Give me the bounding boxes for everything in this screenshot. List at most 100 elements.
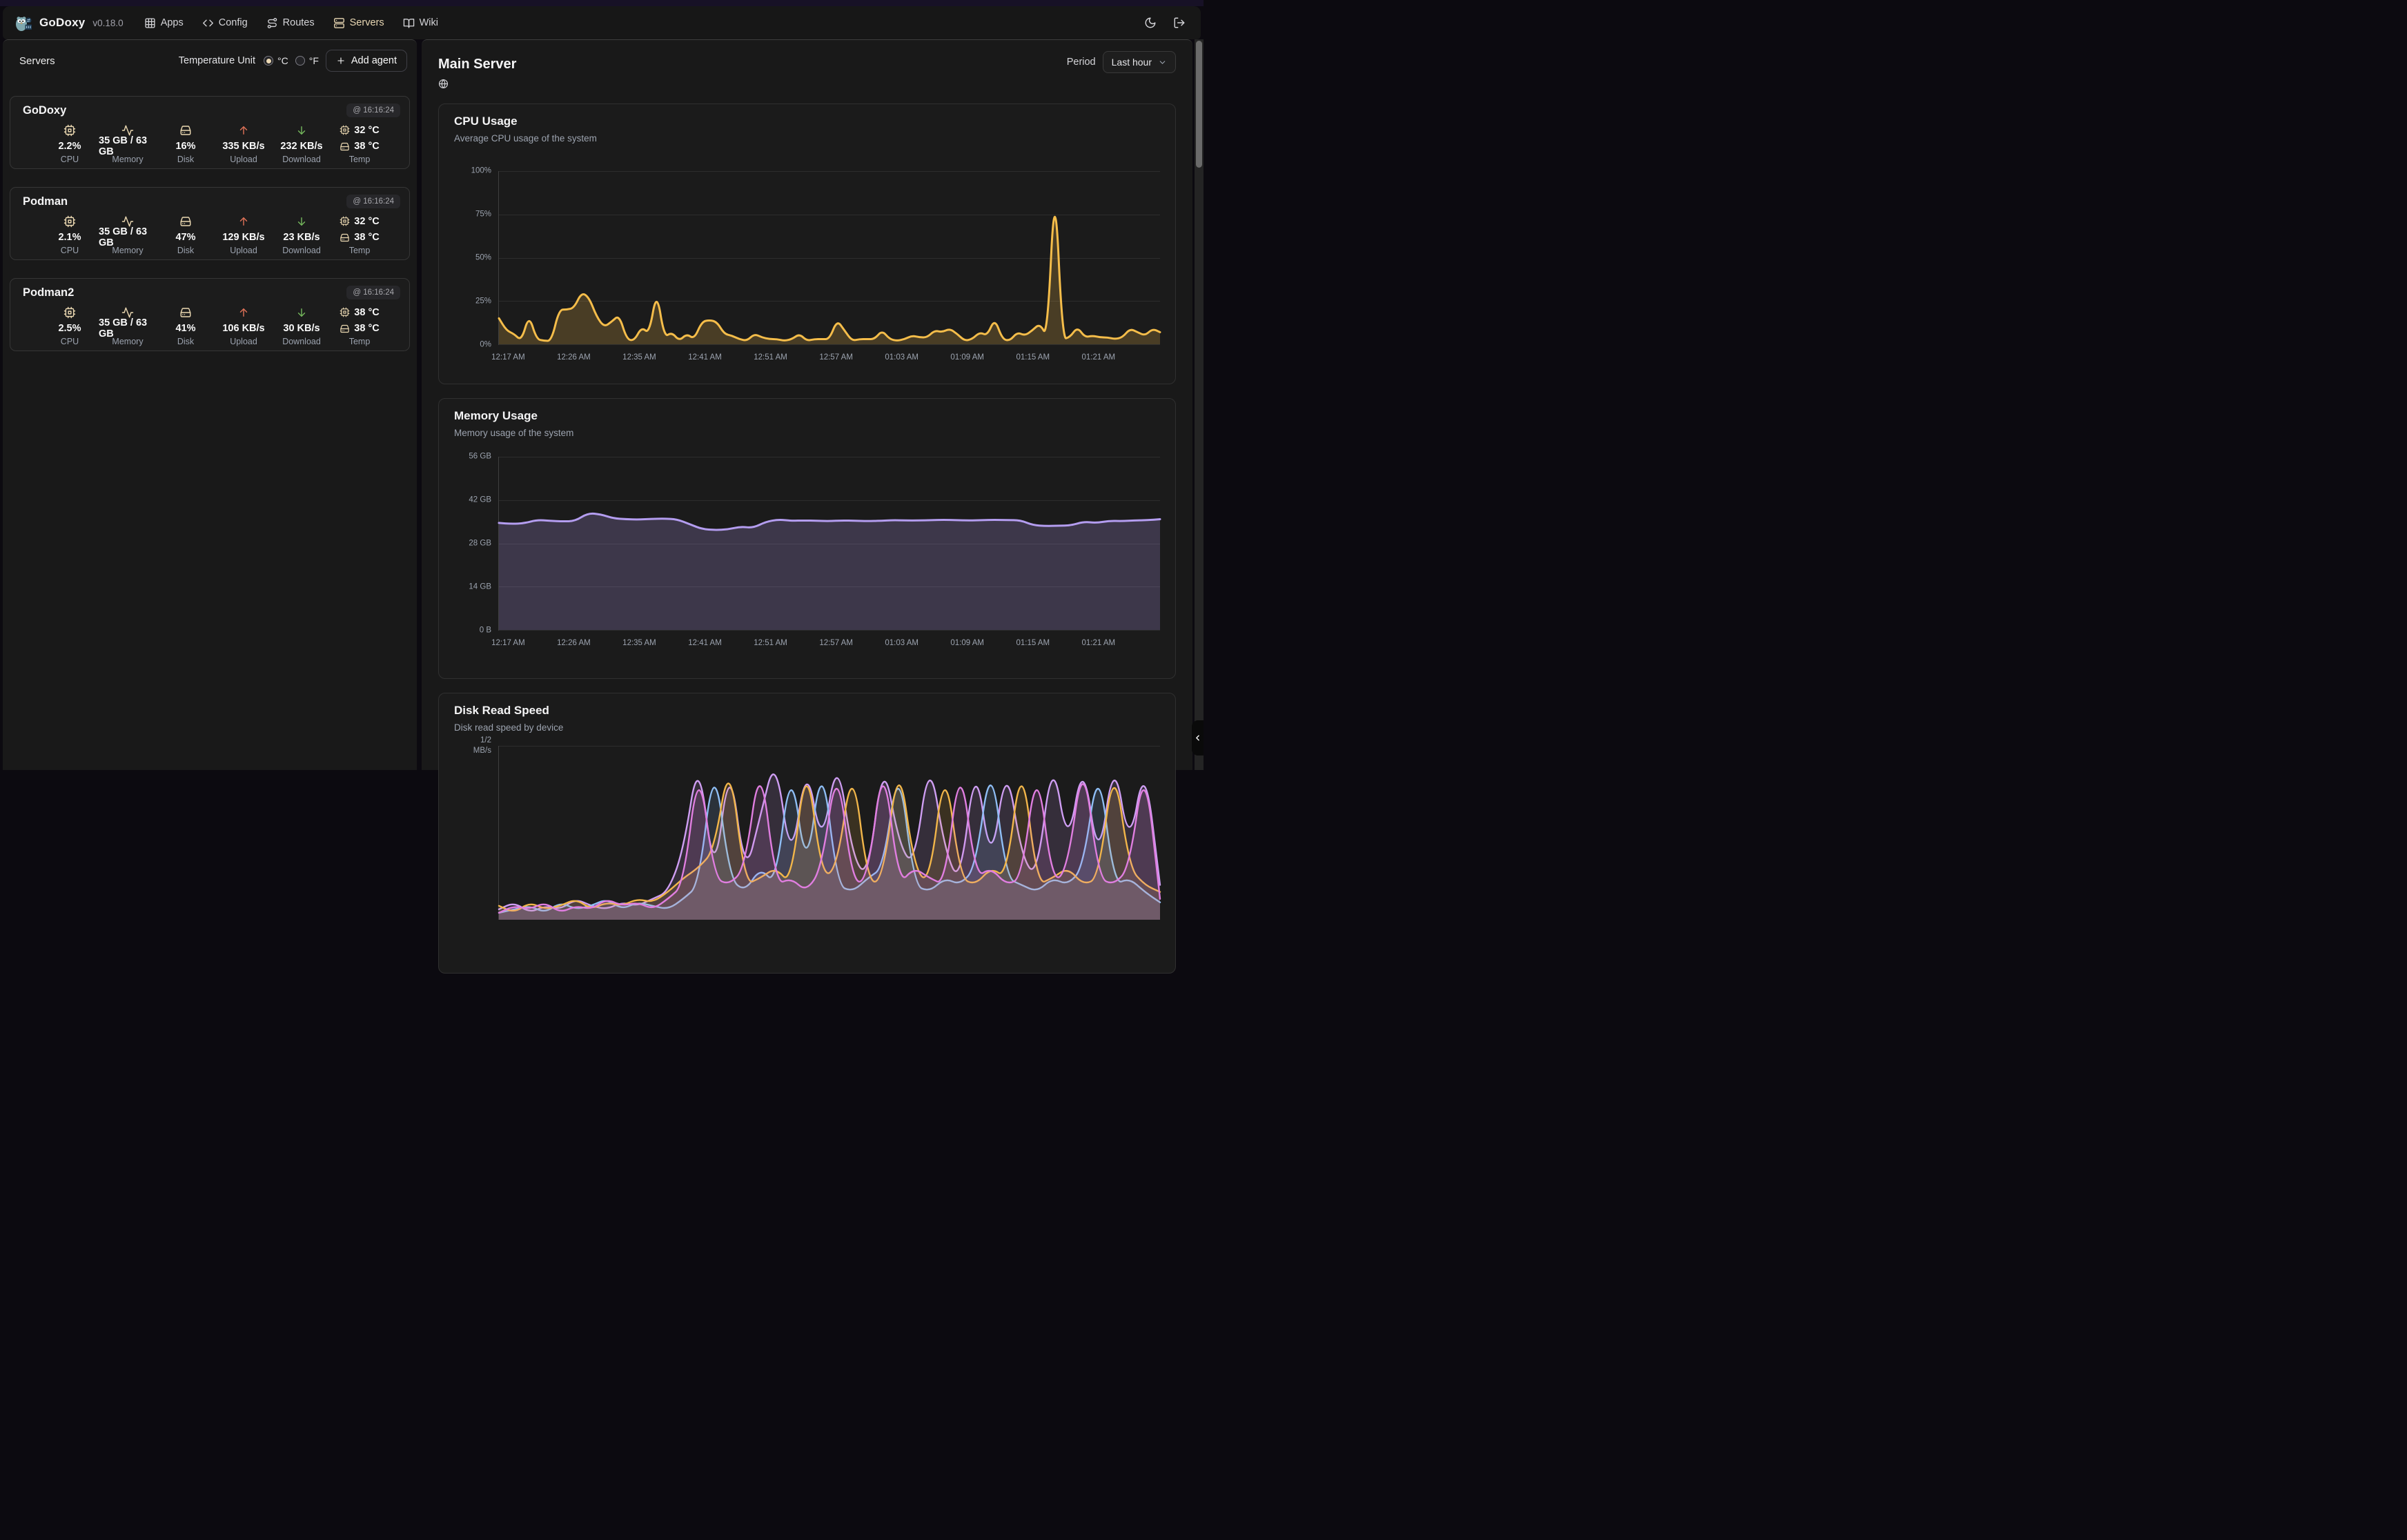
period-select[interactable]: Last hour <box>1103 51 1176 73</box>
download-stat: 23 KB/s Download <box>273 215 331 255</box>
chart-subtitle: Disk read speed by device <box>454 722 1160 733</box>
cpu-stat: 2.5% CPU <box>41 306 99 346</box>
nav-item-config[interactable]: Config <box>202 17 248 29</box>
cpu-usage-chart <box>498 171 1160 345</box>
y-axis-labels: 100%75%50%25%0% <box>454 171 498 345</box>
server-card-list: GoDoxy @ 16:16:24 2.2% CPU 35 GB / 63 GB… <box>3 96 417 351</box>
radio-selected-icon <box>264 56 273 66</box>
y-axis-labels: 56 GB42 GB28 GB14 GB0 B <box>454 457 498 631</box>
hard-drive-icon <box>340 141 350 152</box>
temp-stat: 38 °C 38 °C Temp <box>331 306 389 346</box>
memory-stat: 35 GB / 63 GB Memory <box>99 124 157 164</box>
radio-unselected-icon <box>295 56 305 66</box>
nav-item-label: Config <box>219 17 248 28</box>
x-axis-labels: 12:17 AM12:26 AM12:35 AM12:41 AM12:51 AM… <box>498 353 1160 364</box>
activity-icon <box>121 124 134 137</box>
server-card-podman2[interactable]: Podman2 @ 16:16:24 2.5% CPU 35 GB / 63 G… <box>10 278 410 351</box>
memory-usage-chart <box>498 457 1160 631</box>
grid-icon <box>144 17 156 29</box>
arrow-up-icon <box>237 306 250 319</box>
disk-stat: 47% Disk <box>157 215 215 255</box>
app-title: GoDoxy <box>39 16 85 30</box>
server-name: Podman <box>23 195 397 208</box>
cpu-stat: 2.2% CPU <box>41 124 99 164</box>
cpu-icon <box>340 125 350 135</box>
route-icon <box>266 17 278 29</box>
dark-mode-toggle-moon-icon[interactable] <box>1144 17 1157 29</box>
fahrenheit-radio[interactable]: °F <box>295 55 319 66</box>
arrow-down-icon <box>295 306 308 319</box>
plus-icon <box>336 56 346 66</box>
cpu-icon <box>340 216 350 226</box>
chevron-left-icon <box>1193 733 1202 742</box>
server-name: GoDoxy <box>23 104 397 117</box>
add-agent-button[interactable]: Add agent <box>326 50 407 72</box>
server-card-godoxy[interactable]: GoDoxy @ 16:16:24 2.2% CPU 35 GB / 63 GB… <box>10 96 410 169</box>
temp-stat: 32 °C 38 °C Temp <box>331 124 389 164</box>
server-card-podman[interactable]: Podman @ 16:16:24 2.1% CPU 35 GB / 63 GB… <box>10 187 410 260</box>
scrollbar-thumb[interactable] <box>1196 41 1202 168</box>
cpu-icon <box>63 124 76 137</box>
x-axis-labels: 12:17 AM12:26 AM12:35 AM12:41 AM12:51 AM… <box>498 639 1160 650</box>
server-icon <box>333 17 345 29</box>
cpu-icon <box>340 307 350 317</box>
collapse-panel-handle[interactable] <box>1192 720 1204 756</box>
activity-icon <box>121 306 134 319</box>
server-timestamp-badge: @ 16:16:24 <box>346 103 400 117</box>
chart-subtitle: Memory usage of the system <box>454 428 1160 438</box>
nav-item-label: Apps <box>161 17 184 28</box>
nav-item-routes[interactable]: Routes <box>266 17 315 29</box>
memory-usage-card: Memory Usage Memory usage of the system … <box>438 398 1176 679</box>
disk-stat: 41% Disk <box>157 306 215 346</box>
cpu-usage-card: CPU Usage Average CPU usage of the syste… <box>438 103 1176 384</box>
temp-stat: 32 °C 38 °C Temp <box>331 215 389 255</box>
server-timestamp-badge: @ 16:16:24 <box>346 286 400 299</box>
disk-read-speed-chart <box>498 746 1160 920</box>
arrow-up-icon <box>237 124 250 137</box>
disk-read-speed-card: Disk Read Speed Disk read speed by devic… <box>438 693 1176 974</box>
nav-item-label: Routes <box>283 17 315 28</box>
nav-item-label: Wiki <box>420 17 438 28</box>
celsius-radio[interactable]: °C <box>264 55 288 66</box>
vertical-scrollbar <box>1195 39 1204 770</box>
arrow-up-icon <box>237 215 250 228</box>
godoxy-logo <box>14 13 33 32</box>
sidebar-heading: Servers <box>19 55 55 67</box>
cpu-icon <box>63 306 76 319</box>
nav-item-label: Servers <box>350 17 384 28</box>
upload-stat: 106 KB/s Upload <box>215 306 273 346</box>
page-title: Main Server <box>438 57 1176 72</box>
hard-drive-icon <box>179 306 192 319</box>
upload-stat: 129 KB/s Upload <box>215 215 273 255</box>
chevron-down-icon <box>1158 58 1167 67</box>
hard-drive-icon <box>179 124 192 137</box>
arrow-down-icon <box>295 124 308 137</box>
app-version: v0.18.0 <box>92 18 123 28</box>
globe-icon <box>438 79 449 89</box>
download-stat: 30 KB/s Download <box>273 306 331 346</box>
window-top-strip <box>0 0 1204 6</box>
memory-stat: 35 GB / 63 GB Memory <box>99 306 157 346</box>
hard-drive-icon <box>340 233 350 243</box>
logout-icon[interactable] <box>1173 17 1186 29</box>
upload-stat: 335 KB/s Upload <box>215 124 273 164</box>
hard-drive-icon <box>179 215 192 228</box>
code-icon <box>202 17 214 29</box>
period-label: Period <box>1067 57 1096 68</box>
server-timestamp-badge: @ 16:16:24 <box>346 195 400 208</box>
server-name: Podman2 <box>23 286 397 299</box>
nav-item-apps[interactable]: Apps <box>144 17 184 29</box>
hard-drive-icon <box>340 324 350 334</box>
cpu-stat: 2.1% CPU <box>41 215 99 255</box>
chart-title: CPU Usage <box>454 115 1160 128</box>
chart-subtitle: Average CPU usage of the system <box>454 133 1160 144</box>
cpu-icon <box>63 215 76 228</box>
disk-stat: 16% Disk <box>157 124 215 164</box>
nav-item-wiki[interactable]: Wiki <box>403 17 438 29</box>
server-detail-panel: Main Server Period Last hour CPU Usage A… <box>422 39 1192 770</box>
chart-title: Disk Read Speed <box>454 704 1160 718</box>
memory-stat: 35 GB / 63 GB Memory <box>99 215 157 255</box>
activity-icon <box>121 215 134 228</box>
nav-item-servers[interactable]: Servers <box>333 17 384 29</box>
y-axis-labels: 1/2 MB/s <box>454 746 498 920</box>
